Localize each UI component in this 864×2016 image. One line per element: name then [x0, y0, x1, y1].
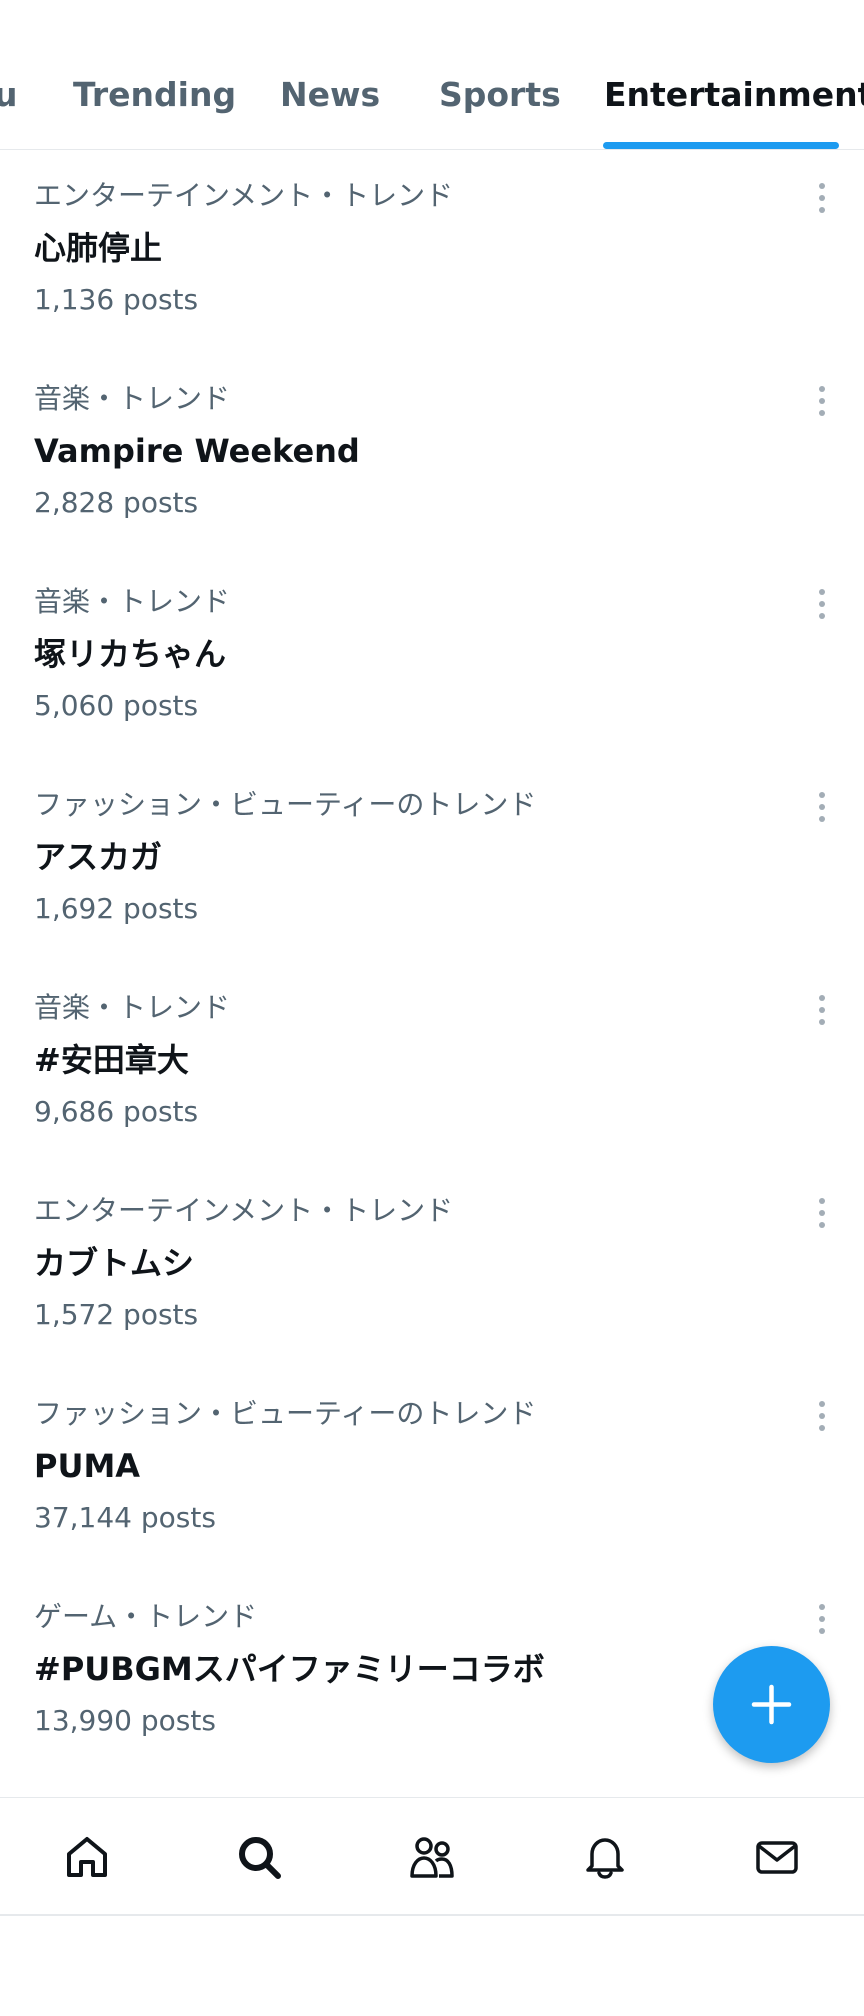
trend-post-count: 37,144 posts: [34, 1501, 216, 1534]
trend-title: 塚リカちゃん: [34, 635, 227, 673]
nav-notifications-button[interactable]: [566, 1818, 642, 1894]
trend-category: ファッション・ビューティーのトレンド: [34, 788, 537, 821]
trend-title: PUMA: [34, 1447, 141, 1485]
more-vertical-icon[interactable]: [806, 384, 838, 418]
nav-search-button[interactable]: [220, 1818, 296, 1894]
active-tab-indicator: [603, 142, 839, 149]
trend-post-count: 9,686 posts: [34, 1095, 199, 1128]
bottom-navigation: [0, 1797, 864, 1916]
trend-category: 音楽・トレンド: [34, 991, 231, 1024]
trend-category: ファッション・ビューティーのトレンド: [34, 1397, 537, 1430]
trend-post-count: 5,060 posts: [34, 689, 199, 722]
trend-category: 音楽・トレンド: [34, 585, 231, 618]
trend-item[interactable]: 音楽・トレンド #安田章大 9,686 posts: [0, 963, 864, 1166]
trend-post-count: 1,692 posts: [34, 892, 199, 925]
trend-post-count: 2,828 posts: [34, 486, 199, 519]
trend-title: カブトムシ: [34, 1244, 195, 1282]
trend-category: エンターテインメント・トレンド: [34, 1194, 454, 1227]
trend-title: 心肺停止: [34, 229, 163, 267]
trend-category: ゲーム・トレンド: [34, 1600, 258, 1633]
trend-category: エンターテインメント・トレンド: [34, 179, 454, 212]
trend-title: アスカガ: [34, 838, 163, 876]
trend-post-count: 13,990 posts: [34, 1704, 216, 1737]
nav-communities-button[interactable]: [393, 1818, 469, 1894]
more-vertical-icon[interactable]: [806, 790, 838, 824]
plus-icon: [751, 1684, 792, 1725]
trend-item[interactable]: エンターテインメント・トレンド 心肺停止 1,136 posts: [0, 151, 864, 354]
trend-post-count: 1,136 posts: [34, 283, 199, 316]
more-vertical-icon[interactable]: [806, 1399, 838, 1433]
trend-item[interactable]: ファッション・ビューティーのトレンド PUMA 37,144 posts: [0, 1369, 864, 1572]
communities-icon: [410, 1837, 454, 1878]
compose-button[interactable]: [713, 1646, 830, 1763]
trend-title: #安田章大: [34, 1041, 189, 1079]
trend-item[interactable]: ファッション・ビューティーのトレンド アスカガ 1,692 posts: [0, 760, 864, 963]
trend-item[interactable]: 音楽・トレンド 塚リカちゃん 5,060 posts: [0, 557, 864, 760]
more-vertical-icon[interactable]: [806, 993, 838, 1027]
nav-messages-button[interactable]: [738, 1818, 814, 1894]
tab-news[interactable]: News: [280, 78, 380, 111]
trend-title: Vampire Weekend: [34, 432, 360, 470]
trend-list: エンターテインメント・トレンド 心肺停止 1,136 posts 音楽・トレンド…: [0, 151, 864, 1775]
trend-item[interactable]: 音楽・トレンド Vampire Weekend 2,828 posts: [0, 354, 864, 557]
more-vertical-icon[interactable]: [806, 587, 838, 621]
notifications-icon: [586, 1838, 624, 1879]
messages-icon: [756, 1841, 798, 1874]
trend-category: 音楽・トレンド: [34, 382, 231, 415]
trend-post-count: 1,572 posts: [34, 1298, 199, 1331]
more-vertical-icon[interactable]: [806, 1196, 838, 1230]
more-vertical-icon[interactable]: [806, 181, 838, 215]
explore-tabs: u Trending News Sports Entertainment: [0, 0, 864, 150]
tab-trending[interactable]: Trending: [73, 78, 236, 111]
tab-for-you[interactable]: u: [0, 78, 18, 111]
more-vertical-icon[interactable]: [806, 1602, 838, 1636]
tab-entertainment[interactable]: Entertainment: [604, 78, 864, 111]
search-icon: [239, 1837, 281, 1879]
trend-title: #PUBGMスパイファミリーコラボ: [34, 1650, 545, 1688]
nav-home-button[interactable]: [48, 1818, 124, 1894]
home-icon: [67, 1837, 107, 1877]
tab-sports[interactable]: Sports: [439, 78, 561, 111]
trend-item[interactable]: エンターテインメント・トレンド カブトムシ 1,572 posts: [0, 1166, 864, 1369]
